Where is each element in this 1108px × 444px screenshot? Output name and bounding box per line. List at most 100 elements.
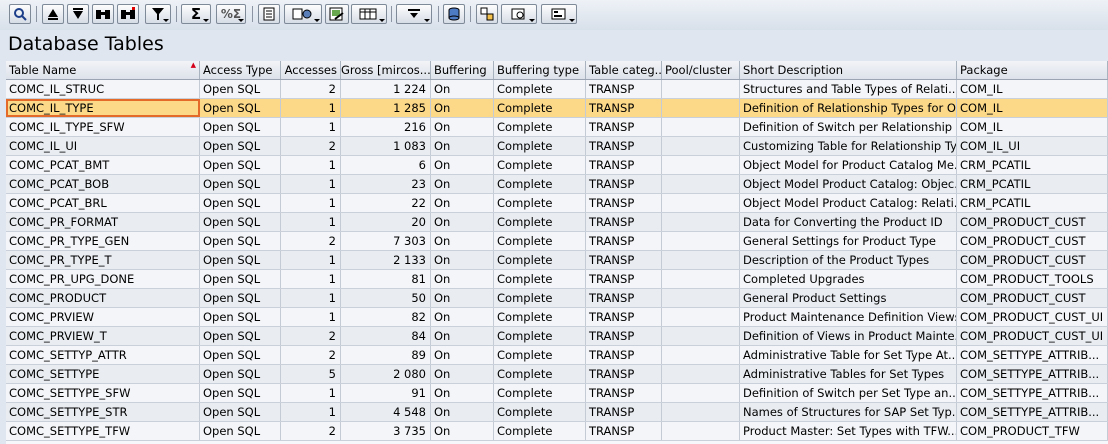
cell-gross[interactable]: 1 083	[341, 137, 431, 155]
cell-table-name[interactable]: COMC_PR_TYPE_GEN	[6, 232, 200, 250]
cell-table-name[interactable]: COMC_PR_UPG_DONE	[6, 270, 200, 288]
cell-accesses[interactable]: 1	[281, 156, 341, 174]
cell-access-type[interactable]: Open SQL	[200, 251, 281, 269]
cell-access-type[interactable]: Open SQL	[200, 118, 281, 136]
cell-buffering-type[interactable]: Complete	[494, 365, 586, 383]
local-file-button[interactable]	[351, 4, 387, 24]
cell-table-name[interactable]: COMC_PCAT_BRL	[6, 194, 200, 212]
cell-buffering[interactable]: On	[431, 137, 494, 155]
cell-buffering[interactable]: On	[431, 403, 494, 421]
cell-package[interactable]: COM_SETTYPE_ATTRIB...	[957, 365, 1108, 383]
cell-pool-cluster[interactable]	[662, 232, 740, 250]
cell-pool-cluster[interactable]	[662, 289, 740, 307]
cell-table-category[interactable]: TRANSP	[586, 346, 662, 364]
cell-buffering[interactable]: On	[431, 327, 494, 345]
cell-accesses[interactable]: 1	[281, 308, 341, 326]
cell-table-category[interactable]: TRANSP	[586, 270, 662, 288]
cell-buffering-type[interactable]: Complete	[494, 118, 586, 136]
cell-accesses[interactable]: 1	[281, 118, 341, 136]
cell-buffering[interactable]: On	[431, 422, 494, 440]
cell-pool-cluster[interactable]	[662, 156, 740, 174]
table-row[interactable]: COMC_IL_TYPE Open SQL 1 1 285 On Complete TRAN…	[6, 99, 1108, 118]
cell-accesses[interactable]: 1	[281, 213, 341, 231]
cell-buffering[interactable]: On	[431, 270, 494, 288]
cell-short-description[interactable]: Definition of Views in Product Mainte...	[740, 327, 957, 345]
cell-buffering[interactable]: On	[431, 156, 494, 174]
view-button[interactable]	[541, 4, 577, 24]
cell-short-description[interactable]: Object Model Product Catalog: Relati...	[740, 194, 957, 212]
cell-gross[interactable]: 2 080	[341, 365, 431, 383]
cell-buffering[interactable]: On	[431, 99, 494, 117]
table-row[interactable]: COMC_SETTYPE_STR Open SQL 1 4 548 On Complete…	[6, 403, 1108, 422]
cell-gross[interactable]: 84	[341, 327, 431, 345]
table-row[interactable]: COMC_PR_TYPE_GEN Open SQL 2 7 303 On Complete…	[6, 232, 1108, 251]
cell-short-description[interactable]: Customizing Table for Relationship Ty...	[740, 137, 957, 155]
cell-buffering-type[interactable]: Complete	[494, 308, 586, 326]
export-button[interactable]	[325, 4, 349, 24]
table-row[interactable]: COMC_SETTYPE_SFW Open SQL 1 91 On Complete TRA…	[6, 384, 1108, 403]
cell-accesses[interactable]: 2	[281, 137, 341, 155]
table-row[interactable]: COMC_SETTYP_ATTR Open SQL 2 89 On Complete TRA…	[6, 346, 1108, 365]
cell-accesses[interactable]: 5	[281, 365, 341, 383]
filter-button[interactable]	[145, 4, 171, 24]
cell-table-name[interactable]: COMC_IL_TYPE	[6, 99, 200, 117]
cell-buffering-type[interactable]: Complete	[494, 327, 586, 345]
cell-table-name[interactable]: COMC_PRODUCT	[6, 289, 200, 307]
cell-short-description[interactable]: Structures and Table Types of Relati...	[740, 80, 957, 98]
cell-short-description[interactable]: Product Master: Set Types with TFW...	[740, 422, 957, 440]
cell-pool-cluster[interactable]	[662, 422, 740, 440]
cell-gross[interactable]: 89	[341, 346, 431, 364]
cell-buffering[interactable]: On	[431, 308, 494, 326]
cell-gross[interactable]: 23	[341, 175, 431, 193]
cell-table-category[interactable]: TRANSP	[586, 194, 662, 212]
cell-access-type[interactable]: Open SQL	[200, 346, 281, 364]
table-row[interactable]: COMC_PCAT_BOB Open SQL 1 23 On Complete TRANSP…	[6, 175, 1108, 194]
cell-buffering-type[interactable]: Complete	[494, 99, 586, 117]
cell-table-name[interactable]: COMC_SETTYPE_SFW	[6, 384, 200, 402]
cell-buffering-type[interactable]: Complete	[494, 80, 586, 98]
cell-buffering-type[interactable]: Complete	[494, 346, 586, 364]
cell-accesses[interactable]: 2	[281, 80, 341, 98]
cell-buffering-type[interactable]: Complete	[494, 194, 586, 212]
cell-buffering-type[interactable]: Complete	[494, 137, 586, 155]
cell-package[interactable]: CRM_PCATIL	[957, 156, 1108, 174]
cell-accesses[interactable]: 2	[281, 327, 341, 345]
cell-accesses[interactable]: 1	[281, 403, 341, 421]
cell-buffering[interactable]: On	[431, 213, 494, 231]
cell-table-category[interactable]: TRANSP	[586, 118, 662, 136]
cell-access-type[interactable]: Open SQL	[200, 384, 281, 402]
cell-package[interactable]: COM_SETTYPE_ATTRIB...	[957, 346, 1108, 364]
cell-table-name[interactable]: COMC_PRVIEW	[6, 308, 200, 326]
cell-package[interactable]: COM_IL	[957, 99, 1108, 117]
cell-gross[interactable]: 6	[341, 156, 431, 174]
cell-access-type[interactable]: Open SQL	[200, 422, 281, 440]
cell-short-description[interactable]: Product Maintenance Definition Views	[740, 308, 957, 326]
cell-buffering-type[interactable]: Complete	[494, 232, 586, 250]
subtotal-button[interactable]: %Σ	[216, 4, 246, 24]
cell-buffering-type[interactable]: Complete	[494, 175, 586, 193]
cell-table-category[interactable]: TRANSP	[586, 422, 662, 440]
cell-short-description[interactable]: Administrative Table for Set Type At...	[740, 346, 957, 364]
cell-table-name[interactable]: COMC_SETTYPE	[6, 365, 200, 383]
cell-gross[interactable]: 4 548	[341, 403, 431, 421]
cell-package[interactable]: COM_PRODUCT_CUST	[957, 251, 1108, 269]
cell-table-category[interactable]: TRANSP	[586, 137, 662, 155]
cell-package[interactable]: COM_IL_UI	[957, 137, 1108, 155]
cell-buffering[interactable]: On	[431, 365, 494, 383]
cell-buffering[interactable]: On	[431, 194, 494, 212]
cell-package[interactable]: COM_PRODUCT_CUST_UI	[957, 327, 1108, 345]
cell-buffering-type[interactable]: Complete	[494, 384, 586, 402]
cell-accesses[interactable]: 1	[281, 384, 341, 402]
cell-short-description[interactable]: Names of Structures for SAP Set Typ...	[740, 403, 957, 421]
cell-gross[interactable]: 3 735	[341, 422, 431, 440]
cell-buffering-type[interactable]: Complete	[494, 289, 586, 307]
cell-table-name[interactable]: COMC_SETTYP_ATTR	[6, 346, 200, 364]
cell-access-type[interactable]: Open SQL	[200, 327, 281, 345]
cell-table-name[interactable]: COMC_SETTYPE_TFW	[6, 422, 200, 440]
header-col-buffering[interactable]: Buffering	[431, 61, 494, 79]
cell-table-category[interactable]: TRANSP	[586, 308, 662, 326]
cell-buffering[interactable]: On	[431, 346, 494, 364]
cell-accesses[interactable]: 2	[281, 346, 341, 364]
cell-table-name[interactable]: COMC_PCAT_BOB	[6, 175, 200, 193]
cell-pool-cluster[interactable]	[662, 137, 740, 155]
